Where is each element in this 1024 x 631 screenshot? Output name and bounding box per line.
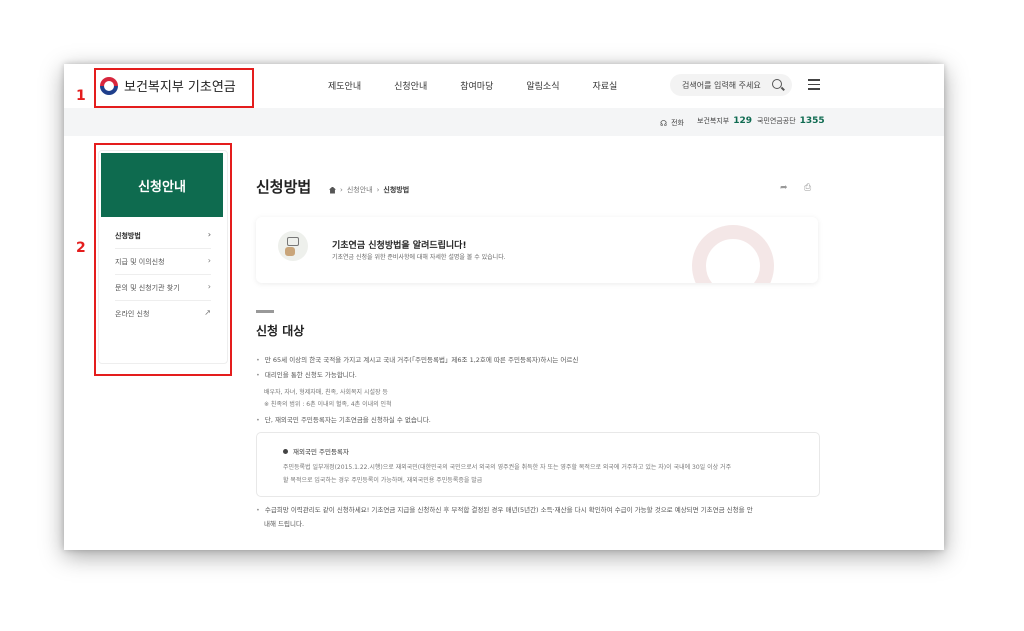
page-title: 신청방법 [256,178,312,196]
contact-mohw: 보건복지부 129 [697,116,752,126]
contact-number: 129 [733,116,752,126]
list-subtext: 배우자, 자녀, 형제자매, 친족, 사회복지 시설장 등 [264,389,388,396]
list-item: • 대리인을 통한 신청도 가능합니다. [256,371,357,379]
breadcrumb: › 신청안내 › 신청방법 [329,185,409,195]
list-item: • 만 65세 이상의 한국 국적을 가지고 계시고 국내 거주(「주민등록법」제… [256,356,579,364]
annotation-label-1: 1 [76,88,86,104]
banner-title: 기초연금 신청방법을 알려드립니다! [332,241,467,251]
nav-item-system[interactable]: 제도안내 [328,79,361,92]
nav-item-apply[interactable]: 신청안내 [394,79,427,92]
breadcrumb-current: 신청방법 [383,186,410,194]
nav-item-participate[interactable]: 참여마당 [460,79,493,92]
search-icon[interactable] [772,79,782,89]
bullet-icon [283,448,288,454]
kiosk-icon [278,231,308,261]
main-nav: 제도안내 신청안내 참여마당 알림소식 자료실 [328,79,617,92]
contact-number: 1355 [799,116,825,126]
list-item-cont: 내해 드립니다. [264,520,305,528]
note-text: 할 목적으로 입국하는 경우 주민등록이 가능하며, 재외국민용 주민등록증을 … [283,477,483,484]
annotation-box-2 [94,143,232,376]
hamburger-menu-icon[interactable] [808,79,820,93]
contact-nps: 국민연금공단 1355 [757,116,825,126]
watermark-logo-icon [692,225,774,283]
nav-item-archive[interactable]: 자료실 [593,79,618,92]
section-divider [256,310,274,313]
phone-text: 전화 [671,119,684,127]
annotation-label-2: 2 [76,240,86,256]
annotation-box-1 [94,68,254,108]
contact-label: 보건복지부 [697,117,730,125]
list-item: • 수급희망 이력관리도 같이 신청하세요! 기초연금 지급을 신청하신 후 부적… [256,506,753,514]
search-placeholder: 검색어를 입력해 주세요 [682,80,761,90]
home-icon[interactable] [329,186,336,194]
list-item: • 단, 재외국민 주민등록자는 기초연금을 신청하실 수 없습니다. [256,416,431,424]
note-box: 재외국민 주민등록자 주민등록법 일부개정(2015.1.22.시행)으로 재외… [256,432,820,497]
note-text: 주민등록법 일부개정(2015.1.22.시행)으로 재외국민(대한민국의 국민… [283,464,732,471]
contact-label: 국민연금공단 [757,117,796,125]
headset-icon: ☊ [660,118,668,128]
search-input[interactable]: 검색어를 입력해 주세요 [670,74,792,96]
note-title: 재외국민 주민등록자 [283,446,349,456]
list-subtext: ※ 친족의 범위 : 6촌 이내의 혈족, 4촌 이내의 인척 [264,401,392,408]
info-banner: 기초연금 신청방법을 알려드립니다! 기초연금 신청을 위한 준비사항에 대해 … [256,217,818,283]
phone-label: ☊ 전화 [660,118,684,128]
banner-desc: 기초연금 신청을 위한 준비사항에 대해 자세한 설명을 볼 수 있습니다. [332,254,506,261]
share-icon[interactable]: ➦ [780,183,788,193]
nav-item-news[interactable]: 알림소식 [526,79,559,92]
contact-bar: ☊ 전화 보건복지부 129 국민연금공단 1355 [64,108,944,136]
section-title: 신청 대상 [256,324,305,338]
breadcrumb-item[interactable]: 신청안내 [347,185,373,195]
print-icon[interactable]: ⎙ [804,183,811,193]
